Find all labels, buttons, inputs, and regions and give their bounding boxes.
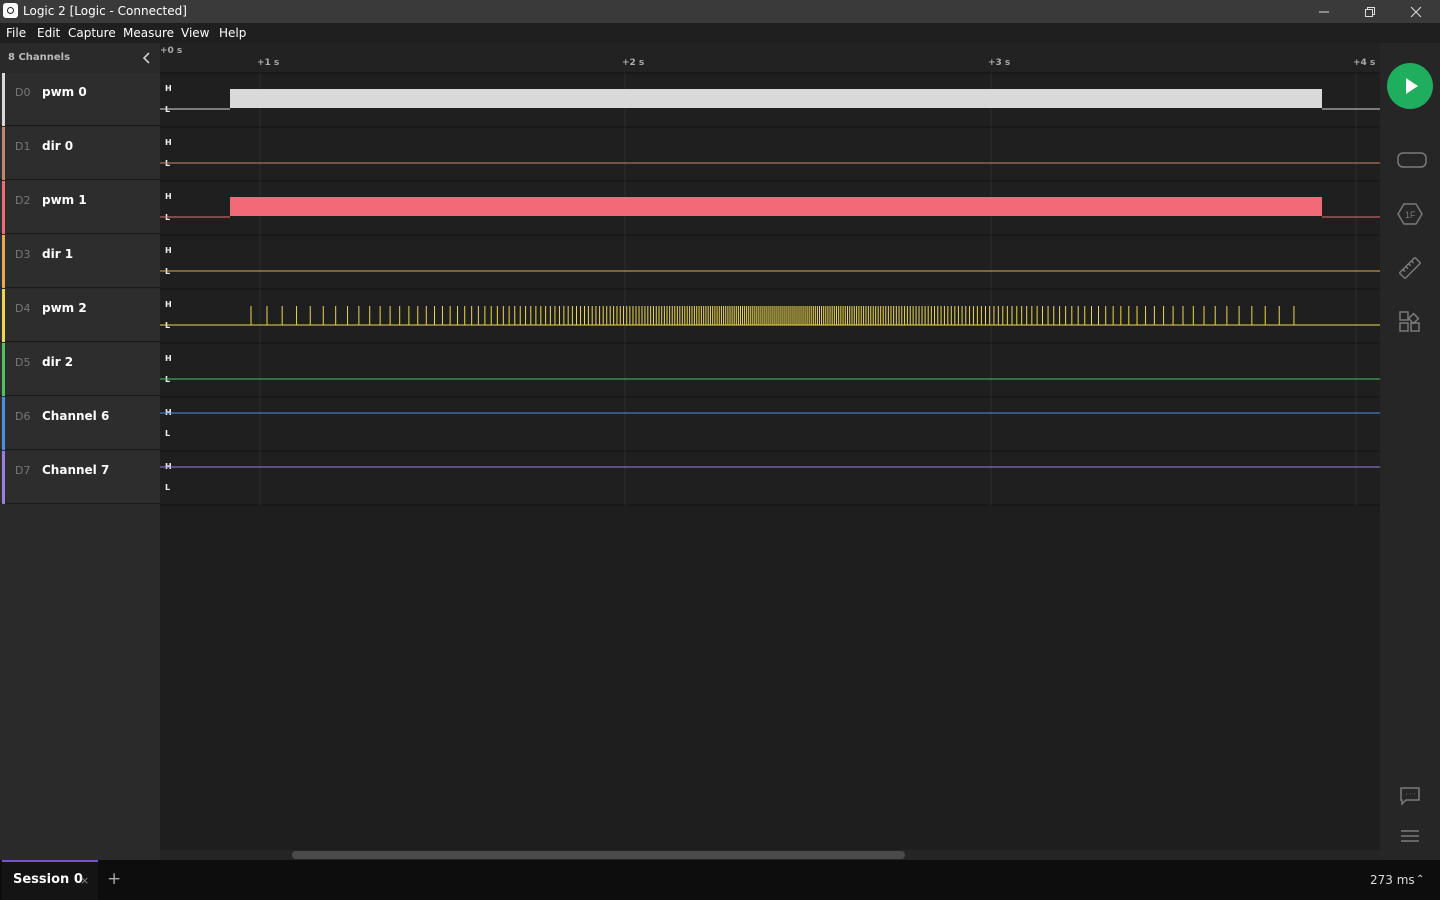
level-low-label: L bbox=[165, 429, 170, 438]
track-background bbox=[160, 289, 1380, 343]
channel-id: D1 bbox=[15, 140, 31, 153]
menu-capture[interactable]: Capture bbox=[68, 26, 116, 40]
channel-color-bar bbox=[2, 127, 5, 180]
menu-edit[interactable]: Edit bbox=[37, 26, 60, 40]
waveform-area[interactable]: +0 s+1 s+2 s+3 s+4 sHLHLHLHLHLHLHLHL bbox=[160, 43, 1380, 860]
level-high-label: H bbox=[165, 138, 172, 147]
channel-color-bar bbox=[2, 181, 5, 234]
measure-icon[interactable] bbox=[1397, 255, 1423, 281]
chat-icon[interactable] bbox=[1397, 783, 1423, 809]
ruler-label: +3 s bbox=[988, 58, 1010, 68]
level-high-label: H bbox=[165, 192, 172, 201]
horizontal-scrollbar[interactable] bbox=[160, 850, 1380, 860]
channel-count-label: 8 Channels bbox=[8, 52, 71, 63]
chevron-left-icon[interactable] bbox=[140, 50, 154, 64]
channel-id: D7 bbox=[15, 464, 31, 477]
start-capture-button[interactable] bbox=[1387, 63, 1433, 109]
channel-name[interactable]: dir 2 bbox=[42, 355, 73, 369]
scrollbar-thumb[interactable] bbox=[292, 851, 905, 859]
level-high-label: H bbox=[165, 354, 172, 363]
channel-color-bar bbox=[2, 289, 5, 342]
signal-pulse-block bbox=[230, 89, 1322, 108]
channel-id: D3 bbox=[15, 248, 31, 261]
channel-id: D5 bbox=[15, 356, 31, 369]
menu-help[interactable]: Help bbox=[219, 26, 246, 40]
channel-row-d1[interactable]: D1 dir 0 bbox=[0, 127, 160, 180]
channel-color-bar bbox=[2, 235, 5, 288]
ruler-label: +1 s bbox=[257, 58, 279, 68]
channel-id: D6 bbox=[15, 410, 31, 423]
track-background bbox=[160, 235, 1380, 289]
signal-pulse-block bbox=[230, 197, 1322, 216]
analyzer-icon[interactable] bbox=[1397, 147, 1427, 173]
ruler-label: +0 s bbox=[160, 46, 182, 56]
bottom-bar: Session 0 × + 273 ms ⌃ bbox=[0, 860, 1440, 900]
trigger-icon[interactable]: 1F bbox=[1397, 201, 1423, 227]
time-ruler bbox=[160, 43, 1380, 73]
channel-row-d2[interactable]: D2 pwm 1 bbox=[0, 181, 160, 234]
channel-name[interactable]: dir 1 bbox=[42, 247, 73, 261]
track-background bbox=[160, 397, 1380, 451]
channel-color-bar bbox=[2, 73, 5, 126]
level-high-label: H bbox=[165, 300, 172, 309]
level-high-label: H bbox=[165, 246, 172, 255]
menu-bar: File Edit Capture Measure View Help bbox=[0, 23, 1440, 43]
session-tab[interactable]: Session 0 × bbox=[2, 860, 98, 900]
extensions-icon[interactable] bbox=[1397, 309, 1423, 335]
menu-icon[interactable] bbox=[1397, 823, 1423, 849]
channel-name[interactable]: pwm 0 bbox=[42, 85, 87, 99]
channel-name[interactable]: Channel 6 bbox=[42, 409, 109, 423]
close-tab-icon[interactable]: × bbox=[80, 874, 89, 887]
minimize-button[interactable] bbox=[1301, 0, 1347, 23]
session-tab-label: Session 0 bbox=[13, 872, 83, 887]
level-low-label: L bbox=[165, 483, 170, 492]
track-background bbox=[160, 343, 1380, 397]
add-session-icon[interactable]: + bbox=[107, 869, 121, 889]
channel-name[interactable]: pwm 1 bbox=[42, 193, 87, 207]
channel-id: D2 bbox=[15, 194, 31, 207]
ruler-label: +4 s bbox=[1353, 58, 1375, 68]
channel-id: D0 bbox=[15, 86, 31, 99]
right-toolbar: 1F bbox=[1380, 43, 1440, 860]
title-bar: Logic 2 [Logic - Connected] bbox=[0, 0, 1440, 23]
chevron-up-icon[interactable]: ⌃ bbox=[1416, 874, 1424, 885]
channel-color-bar bbox=[2, 343, 5, 396]
channel-row-d3[interactable]: D3 dir 1 bbox=[0, 235, 160, 288]
channel-name[interactable]: Channel 7 bbox=[42, 463, 109, 477]
restore-button[interactable] bbox=[1347, 0, 1393, 23]
menu-view[interactable]: View bbox=[181, 26, 209, 40]
channel-name[interactable]: pwm 2 bbox=[42, 301, 87, 315]
level-high-label: H bbox=[165, 84, 172, 93]
menu-file[interactable]: File bbox=[6, 26, 26, 40]
channel-sidebar: 8 Channels D0 pwm 0 D1 dir 0 D2 pwm 1 D3 dir 1D… bbox=[0, 43, 160, 860]
menu-measure[interactable]: Measure bbox=[123, 26, 174, 40]
track-background bbox=[160, 127, 1380, 181]
channel-name[interactable]: dir 0 bbox=[42, 139, 73, 153]
channel-row-d7[interactable]: D7 Channel 7 bbox=[0, 451, 160, 504]
channel-row-d6[interactable]: D6 Channel 6 bbox=[0, 397, 160, 450]
channel-color-bar bbox=[2, 397, 5, 450]
waveform-canvas[interactable]: +0 s+1 s+2 s+3 s+4 sHLHLHLHLHLHLHLHL bbox=[160, 43, 1380, 860]
ruler-label: +2 s bbox=[622, 58, 644, 68]
channel-row-d0[interactable]: D0 pwm 0 bbox=[0, 73, 160, 126]
app-logo-icon bbox=[3, 3, 18, 18]
channel-id: D4 bbox=[15, 302, 31, 315]
track-background bbox=[160, 451, 1380, 505]
channel-row-d4[interactable]: D4 pwm 2 bbox=[0, 289, 160, 342]
close-window-button[interactable] bbox=[1393, 0, 1439, 23]
window-title: Logic 2 [Logic - Connected] bbox=[23, 4, 187, 18]
channel-color-bar bbox=[2, 451, 5, 504]
channel-row-d5[interactable]: D5 dir 2 bbox=[0, 343, 160, 396]
svg-text:1F: 1F bbox=[1405, 210, 1416, 220]
capture-duration[interactable]: 273 ms bbox=[1370, 873, 1415, 887]
